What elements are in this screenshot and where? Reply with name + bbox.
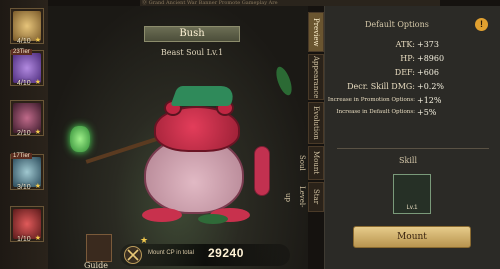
tab-appearance[interactable]: Appearance [308, 54, 324, 100]
star-icon: ★ [34, 36, 41, 44]
roster-slot-3[interactable]: 2/10 ★ [10, 100, 44, 137]
skill-title: Skill [399, 156, 418, 165]
roster-slot-4[interactable]: 17Tier 3/10 ★ [10, 153, 44, 191]
stat-value: +12% [417, 96, 442, 105]
roster-slot-1[interactable]: 4/10 ★ [10, 8, 44, 45]
leaf [273, 64, 295, 98]
roster-level: 4/10 [17, 80, 31, 87]
stat-value: +0.2% [417, 82, 445, 91]
stat-value: +373 [417, 40, 439, 49]
roster-level: 4/10 [17, 38, 31, 45]
frog-hat [170, 86, 238, 106]
stat-key: Decr. Skill DMG: [347, 82, 415, 91]
stat-key: ATK: [395, 40, 415, 49]
skill-level: Lv.1 [406, 205, 418, 211]
stat-key: Increase in Promotion Options: [327, 97, 415, 103]
tab-star-levelup[interactable]: Star Level-up [284, 182, 324, 212]
guide-book-icon[interactable] [86, 234, 112, 262]
stat-key: Increase in Default Options: [336, 109, 415, 115]
crossed-swords-icon [124, 246, 142, 264]
roster-panel: 4/10 ★ 23Tier 4/10 ★ 2/10 ★ 17Tier 3/10 … [0, 0, 48, 269]
pet-subtitle: Beast Soul Lv.1 [160, 48, 224, 57]
stat-value: +5% [417, 108, 437, 117]
pet-name: Bush [144, 26, 240, 42]
roster-level: 3/10 [17, 184, 31, 191]
vertical-tabs: Preview Appearance Evolution Mount Soul … [284, 12, 324, 212]
frog-foot [142, 208, 182, 222]
tab-mount-soul[interactable]: Mount Soul [298, 146, 324, 180]
tab-evolution[interactable]: Evolution [308, 102, 324, 144]
frog-arm [254, 146, 270, 196]
divider [337, 148, 489, 149]
star-icon: ★ [140, 236, 149, 246]
star-icon: ★ [34, 128, 41, 136]
roster-level: 2/10 [17, 130, 31, 137]
details-panel: Default Options ! ATK: +373 HP: +8960 DE… [324, 6, 500, 269]
tab-preview[interactable]: Preview [308, 12, 324, 52]
stat-value: +606 [417, 68, 439, 77]
guide-label[interactable]: Guide [84, 261, 108, 269]
lily-pad [198, 214, 228, 224]
power-bar [120, 244, 290, 266]
options-title: Default Options [365, 20, 429, 29]
stat-value: +8960 [417, 54, 445, 63]
star-icon: ★ [34, 78, 41, 86]
stat-key: DEF: [394, 68, 415, 77]
power-value: 29240 [208, 246, 244, 260]
tier-badge: 23Tier [11, 49, 32, 55]
pet-model [70, 86, 274, 226]
roster-slot-5[interactable]: 1/10 ★ [10, 206, 44, 243]
tier-badge: 17Tier [11, 153, 32, 159]
stat-key: HP: [400, 54, 415, 63]
pet-stage: Bush Beast Soul Lv.1 Guide ★ Mount CP in… [48, 6, 308, 269]
star-icon: ★ [34, 234, 41, 242]
roster-slot-2[interactable]: 23Tier 4/10 ★ [10, 49, 44, 87]
mount-button[interactable]: Mount [353, 226, 471, 248]
info-icon[interactable]: ! [475, 18, 488, 31]
power-label: Mount CP in total [148, 250, 194, 256]
star-icon: ★ [34, 182, 41, 190]
lantern [70, 126, 90, 152]
skill-slot[interactable]: Lv.1 [393, 174, 431, 214]
roster-level: 1/10 [17, 236, 31, 243]
